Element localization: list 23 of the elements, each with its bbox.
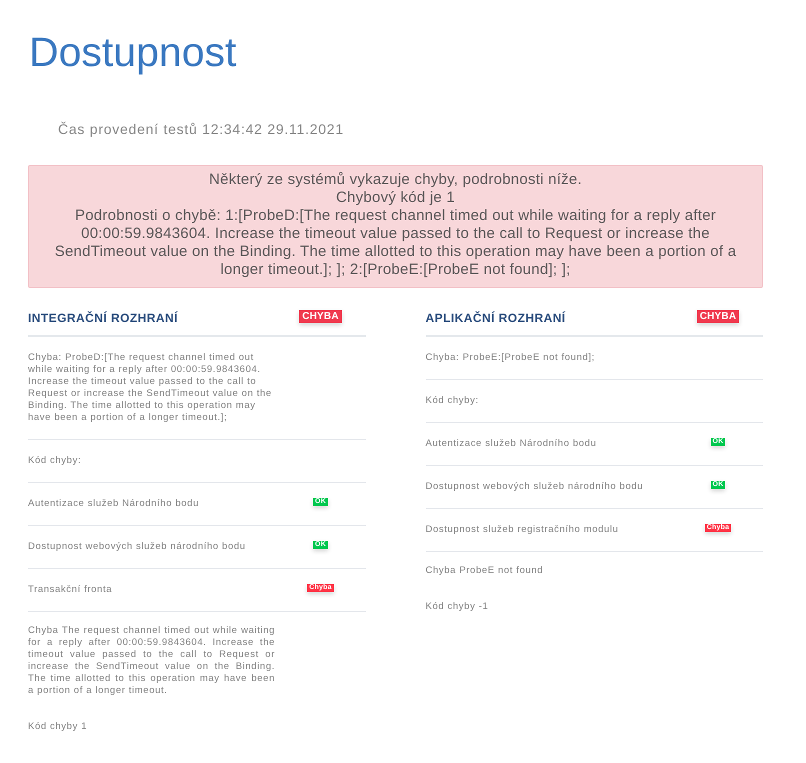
- alert-text: Podrobnosti o chybě: 1:[ProbeD:[The request channel timed out while waiting for a reply after 00:00:59.9843604. Increase the timeout value passed to the call to Request or increase the SendTimeout value on the Binding. The time allotted to this operation may have been a portion of a longer timeout.]; ]; 2:[ProbeE:[ProbeE not found]; ];: [54, 207, 738, 279]
- panel-title: APLIKAČNÍ ROZHRANÍ: [426, 310, 566, 324]
- note-text: Kód chyby 1: [28, 721, 88, 733]
- note-text: Chyba The request channel timed out while waiting for a reply after 00:00:59.9843604. Increase the timeout value passed to the call to Request or increase the SendTimeout value on the Binding. The time allotted to this operation may have been a portion of a longer timeout.: [28, 625, 275, 697]
- page-title: Dostupnost: [29, 28, 236, 77]
- row-text: Chyba: ProbeE:[ProbeE not found];: [426, 352, 596, 364]
- row-text: Kód chyby:: [28, 455, 82, 467]
- panel-title: INTEGRAČNÍ ROZHRANÍ: [28, 310, 178, 324]
- row-text: Kód chyby:: [426, 395, 480, 407]
- check-label: Dostupnost služeb registračního modulu: [426, 524, 619, 536]
- test-time-text: Čas provedení testů 12:34:42 29.11.2021: [58, 120, 344, 139]
- alert-text: Některý ze systémů vykazuje chyby, podrobnosti níže.: [209, 171, 582, 189]
- check-label: Autentizace služeb Národního bodu: [28, 498, 199, 510]
- alert-text: Chybový kód je 1: [336, 189, 456, 207]
- status-badge: CHYBA: [299, 310, 342, 323]
- check-label: Dostupnost webových služeb národního bodu: [28, 541, 246, 553]
- check-label: Dostupnost webových služeb národního bodu: [426, 481, 644, 493]
- note-text: Chyba ProbeE not found: [426, 565, 544, 577]
- status-badge: CHYBA: [696, 310, 740, 323]
- note-text: Kód chyby -1: [426, 601, 490, 613]
- check-label: Autentizace služeb Národního bodu: [426, 438, 596, 450]
- row-text: Chyba: ProbeD:[The request channel timed out while waiting for a reply after 00:00:59.9843604. Increase the timeout value passed to the call to Request or increase the SendTimeout value on the Binding. The time allotted to this operation may have been a portion of a longer timeout.];: [28, 352, 273, 424]
- check-label: Transakční fronta: [28, 584, 112, 596]
